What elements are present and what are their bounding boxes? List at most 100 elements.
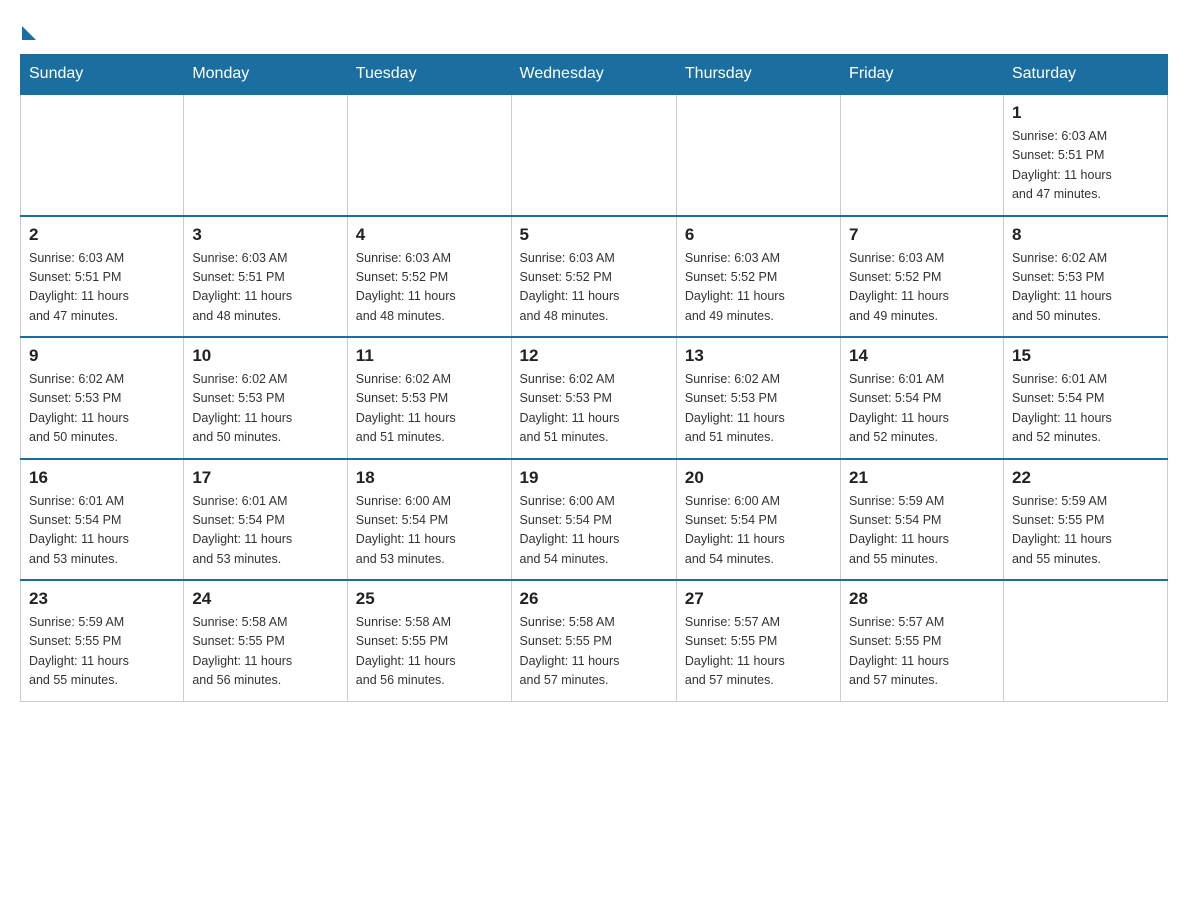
calendar-cell	[21, 94, 184, 216]
calendar-header-saturday: Saturday	[1003, 55, 1167, 95]
day-info: Sunrise: 6:02 AM Sunset: 5:53 PM Dayligh…	[29, 370, 175, 448]
calendar-cell: 3 Sunrise: 6:03 AM Sunset: 5:51 PM Daylig…	[184, 216, 347, 338]
calendar-cell: 9 Sunrise: 6:02 AM Sunset: 5:53 PM Daylig…	[21, 337, 184, 459]
day-number: 20	[685, 468, 832, 488]
day-info: Sunrise: 6:03 AM Sunset: 5:52 PM Dayligh…	[520, 249, 668, 327]
calendar-header-row: SundayMondayTuesdayWednesdayThursdayFrid…	[21, 55, 1168, 95]
day-number: 1	[1012, 103, 1159, 123]
day-info: Sunrise: 5:59 AM Sunset: 5:55 PM Dayligh…	[1012, 492, 1159, 570]
calendar-cell: 23 Sunrise: 5:59 AM Sunset: 5:55 PM Dayli…	[21, 580, 184, 701]
calendar-cell: 12 Sunrise: 6:02 AM Sunset: 5:53 PM Dayli…	[511, 337, 676, 459]
calendar-header-thursday: Thursday	[676, 55, 840, 95]
day-info: Sunrise: 6:00 AM Sunset: 5:54 PM Dayligh…	[520, 492, 668, 570]
day-info: Sunrise: 6:00 AM Sunset: 5:54 PM Dayligh…	[356, 492, 503, 570]
calendar-header-monday: Monday	[184, 55, 347, 95]
day-number: 18	[356, 468, 503, 488]
day-number: 7	[849, 225, 995, 245]
calendar-cell	[347, 94, 511, 216]
calendar-cell: 1 Sunrise: 6:03 AM Sunset: 5:51 PM Daylig…	[1003, 94, 1167, 216]
calendar-cell	[184, 94, 347, 216]
day-info: Sunrise: 6:03 AM Sunset: 5:51 PM Dayligh…	[1012, 127, 1159, 205]
calendar-header-wednesday: Wednesday	[511, 55, 676, 95]
day-info: Sunrise: 5:59 AM Sunset: 5:54 PM Dayligh…	[849, 492, 995, 570]
calendar-cell: 4 Sunrise: 6:03 AM Sunset: 5:52 PM Daylig…	[347, 216, 511, 338]
calendar-cell: 26 Sunrise: 5:58 AM Sunset: 5:55 PM Dayli…	[511, 580, 676, 701]
calendar-header-sunday: Sunday	[21, 55, 184, 95]
day-number: 24	[192, 589, 338, 609]
calendar-cell	[1003, 580, 1167, 701]
day-number: 4	[356, 225, 503, 245]
calendar-cell: 17 Sunrise: 6:01 AM Sunset: 5:54 PM Dayli…	[184, 459, 347, 581]
day-number: 2	[29, 225, 175, 245]
day-number: 11	[356, 346, 503, 366]
calendar-week-row: 2 Sunrise: 6:03 AM Sunset: 5:51 PM Daylig…	[21, 216, 1168, 338]
day-info: Sunrise: 6:01 AM Sunset: 5:54 PM Dayligh…	[29, 492, 175, 570]
day-info: Sunrise: 6:02 AM Sunset: 5:53 PM Dayligh…	[1012, 249, 1159, 327]
day-info: Sunrise: 6:02 AM Sunset: 5:53 PM Dayligh…	[685, 370, 832, 448]
day-number: 8	[1012, 225, 1159, 245]
calendar-cell: 16 Sunrise: 6:01 AM Sunset: 5:54 PM Dayli…	[21, 459, 184, 581]
day-number: 23	[29, 589, 175, 609]
day-number: 10	[192, 346, 338, 366]
calendar-week-row: 9 Sunrise: 6:02 AM Sunset: 5:53 PM Daylig…	[21, 337, 1168, 459]
calendar-cell: 18 Sunrise: 6:00 AM Sunset: 5:54 PM Dayli…	[347, 459, 511, 581]
calendar-cell: 2 Sunrise: 6:03 AM Sunset: 5:51 PM Daylig…	[21, 216, 184, 338]
day-number: 19	[520, 468, 668, 488]
day-info: Sunrise: 5:59 AM Sunset: 5:55 PM Dayligh…	[29, 613, 175, 691]
calendar-cell: 15 Sunrise: 6:01 AM Sunset: 5:54 PM Dayli…	[1003, 337, 1167, 459]
calendar-cell: 28 Sunrise: 5:57 AM Sunset: 5:55 PM Dayli…	[841, 580, 1004, 701]
calendar-cell: 27 Sunrise: 5:57 AM Sunset: 5:55 PM Dayli…	[676, 580, 840, 701]
calendar-cell	[511, 94, 676, 216]
calendar-week-row: 23 Sunrise: 5:59 AM Sunset: 5:55 PM Dayli…	[21, 580, 1168, 701]
calendar-cell: 20Sunrise: 6:00 AM Sunset: 5:54 PM Dayli…	[676, 459, 840, 581]
day-info: Sunrise: 5:58 AM Sunset: 5:55 PM Dayligh…	[192, 613, 338, 691]
day-info: Sunrise: 6:01 AM Sunset: 5:54 PM Dayligh…	[849, 370, 995, 448]
calendar-cell: 25 Sunrise: 5:58 AM Sunset: 5:55 PM Dayli…	[347, 580, 511, 701]
day-info: Sunrise: 6:03 AM Sunset: 5:52 PM Dayligh…	[849, 249, 995, 327]
calendar-cell: 8 Sunrise: 6:02 AM Sunset: 5:53 PM Daylig…	[1003, 216, 1167, 338]
day-info: Sunrise: 6:03 AM Sunset: 5:51 PM Dayligh…	[29, 249, 175, 327]
day-number: 17	[192, 468, 338, 488]
calendar-cell: 6Sunrise: 6:03 AM Sunset: 5:52 PM Daylig…	[676, 216, 840, 338]
calendar-cell: 11 Sunrise: 6:02 AM Sunset: 5:53 PM Dayli…	[347, 337, 511, 459]
day-info: Sunrise: 6:03 AM Sunset: 5:52 PM Dayligh…	[356, 249, 503, 327]
day-number: 16	[29, 468, 175, 488]
day-number: 21	[849, 468, 995, 488]
day-number: 3	[192, 225, 338, 245]
day-number: 26	[520, 589, 668, 609]
calendar-header-friday: Friday	[841, 55, 1004, 95]
calendar-cell: 24 Sunrise: 5:58 AM Sunset: 5:55 PM Dayli…	[184, 580, 347, 701]
calendar-cell: 5 Sunrise: 6:03 AM Sunset: 5:52 PM Daylig…	[511, 216, 676, 338]
day-number: 15	[1012, 346, 1159, 366]
day-number: 12	[520, 346, 668, 366]
day-number: 9	[29, 346, 175, 366]
day-info: Sunrise: 6:02 AM Sunset: 5:53 PM Dayligh…	[356, 370, 503, 448]
logo-arrow-icon	[22, 26, 36, 40]
day-number: 22	[1012, 468, 1159, 488]
day-info: Sunrise: 6:01 AM Sunset: 5:54 PM Dayligh…	[1012, 370, 1159, 448]
logo	[20, 20, 36, 38]
calendar-cell: 10Sunrise: 6:02 AM Sunset: 5:53 PM Dayli…	[184, 337, 347, 459]
day-info: Sunrise: 6:02 AM Sunset: 5:53 PM Dayligh…	[520, 370, 668, 448]
calendar-table: SundayMondayTuesdayWednesdayThursdayFrid…	[20, 54, 1168, 702]
calendar-cell: 21 Sunrise: 5:59 AM Sunset: 5:54 PM Dayli…	[841, 459, 1004, 581]
day-info: Sunrise: 6:03 AM Sunset: 5:51 PM Dayligh…	[192, 249, 338, 327]
day-info: Sunrise: 6:01 AM Sunset: 5:54 PM Dayligh…	[192, 492, 338, 570]
day-info: Sunrise: 5:58 AM Sunset: 5:55 PM Dayligh…	[520, 613, 668, 691]
calendar-cell: 13 Sunrise: 6:02 AM Sunset: 5:53 PM Dayli…	[676, 337, 840, 459]
calendar-cell	[841, 94, 1004, 216]
day-info: Sunrise: 5:57 AM Sunset: 5:55 PM Dayligh…	[849, 613, 995, 691]
day-number: 13	[685, 346, 832, 366]
calendar-header-tuesday: Tuesday	[347, 55, 511, 95]
calendar-cell: 14Sunrise: 6:01 AM Sunset: 5:54 PM Dayli…	[841, 337, 1004, 459]
day-number: 28	[849, 589, 995, 609]
day-number: 27	[685, 589, 832, 609]
day-info: Sunrise: 5:58 AM Sunset: 5:55 PM Dayligh…	[356, 613, 503, 691]
day-number: 25	[356, 589, 503, 609]
day-number: 5	[520, 225, 668, 245]
page-header	[20, 20, 1168, 38]
calendar-cell	[676, 94, 840, 216]
day-info: Sunrise: 5:57 AM Sunset: 5:55 PM Dayligh…	[685, 613, 832, 691]
calendar-cell: 22 Sunrise: 5:59 AM Sunset: 5:55 PM Dayli…	[1003, 459, 1167, 581]
calendar-week-row: 16 Sunrise: 6:01 AM Sunset: 5:54 PM Dayli…	[21, 459, 1168, 581]
